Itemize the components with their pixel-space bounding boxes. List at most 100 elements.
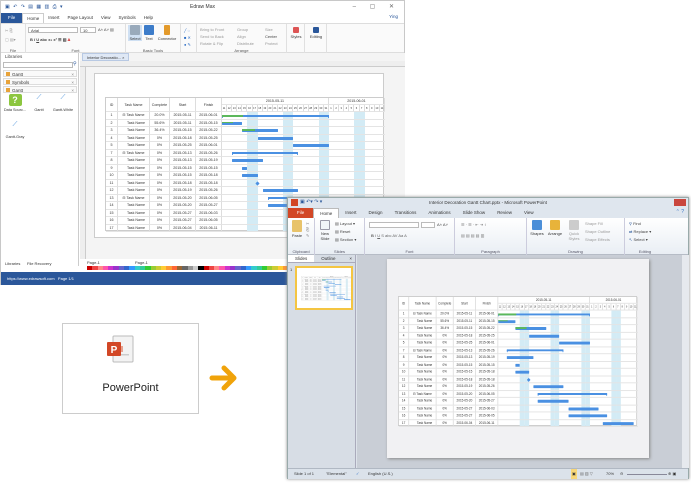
cell-finish[interactable]: 2015-05-26 (475, 383, 499, 391)
task-bar[interactable] (232, 159, 263, 163)
layout-button[interactable]: ▤ Layout ▾ (335, 221, 355, 226)
editing-button[interactable]: Editing (305, 24, 327, 54)
select-button[interactable]: ↖ Select ▾ (629, 237, 648, 242)
cell-id[interactable]: 16 (398, 412, 410, 420)
size-button[interactable]: Size (265, 27, 273, 32)
cell-task[interactable]: Task Name (118, 142, 150, 150)
cell-complete[interactable]: 0% (150, 157, 170, 165)
cell-start[interactable]: 2015-05-20 (170, 202, 196, 210)
cell-complete[interactable]: 0% (150, 134, 170, 142)
status-language[interactable]: English (U.S.) (368, 469, 393, 479)
user-name[interactable]: Ying (389, 14, 398, 19)
cell-start[interactable]: 2015-05-25 (170, 142, 196, 150)
cell-id[interactable]: 14 (398, 397, 410, 406)
cell-start[interactable]: 2015-05-19 (453, 383, 476, 391)
quick-access-toolbar[interactable]: ▣ ↶ ↷ ▤ ▦ ▥ ⎙ ▾ (5, 4, 64, 10)
cell-complete[interactable]: 0% (150, 179, 170, 187)
cell-id[interactable]: 8 (106, 157, 118, 165)
tab-animations[interactable]: Animations (422, 208, 456, 218)
slide-thumbnail[interactable]: ID Task Name Complete Start Finish 2015-05-11… (295, 266, 353, 310)
cell-task[interactable]: ⊟ Task Name (118, 112, 150, 120)
task-bar[interactable] (262, 189, 299, 193)
cell-id[interactable]: 13 (398, 390, 410, 398)
close-button[interactable] (674, 199, 686, 206)
cell-start[interactable]: 2015-05-19 (170, 187, 196, 195)
cell-complete[interactable]: 0% (436, 419, 454, 427)
cell-complete[interactable]: 0% (436, 354, 454, 362)
cell-finish[interactable]: 2015-05-25 (196, 134, 222, 142)
cell-complete[interactable]: 36.4% (436, 325, 454, 333)
cell-id[interactable]: 4 (106, 134, 118, 142)
cell-task[interactable]: Task Name (118, 127, 150, 135)
cell-start[interactable]: 2015-05-13 (170, 149, 196, 157)
font-name-select[interactable] (369, 222, 419, 228)
bottom-tab-file-recovery[interactable]: File Recovery (27, 261, 51, 266)
tab-transitions[interactable]: Transitions (389, 208, 423, 218)
cell-complete[interactable]: 36.4% (150, 127, 170, 135)
library-search-input[interactable] (3, 62, 73, 68)
find-button[interactable]: ⚲ Find (629, 221, 641, 226)
cell-task[interactable]: ⊟ Task Name (118, 194, 150, 202)
cell-start[interactable]: 2015-05-15 (170, 127, 196, 135)
cell-complete[interactable]: 0% (150, 187, 170, 195)
reset-button[interactable]: ▤ Reset (335, 229, 350, 234)
cell-complete[interactable]: 55.6% (436, 317, 454, 326)
zoom-in-icon[interactable]: ⊕ ▣ (668, 469, 676, 479)
shape-outline-button[interactable]: Shape Outline (585, 229, 610, 234)
cell-finish[interactable]: 2015-05-19 (475, 354, 499, 362)
cell-complete[interactable]: 0% (150, 209, 170, 217)
cell-id[interactable]: 1 (106, 112, 118, 120)
section-button[interactable]: ▤ Section ▾ (335, 237, 356, 242)
task-bar[interactable] (533, 385, 564, 389)
cell-id[interactable]: 17 (398, 419, 410, 427)
cell-complete[interactable]: 0% (436, 332, 454, 340)
cell-start[interactable]: 2015-05-15 (170, 172, 196, 180)
cell-id[interactable]: 12 (106, 187, 118, 195)
bottom-tab-libraries[interactable]: Libraries (5, 261, 20, 266)
cell-finish[interactable]: 2015-05-18 (475, 376, 499, 384)
cell-task[interactable]: Task Name (409, 368, 437, 377)
cell-task[interactable]: Task Name (118, 157, 150, 165)
cell-id[interactable]: 15 (398, 405, 410, 413)
cell-finish[interactable]: 2015-05-27 (475, 397, 499, 406)
shape-gantt[interactable]: ⟋ Gantt (27, 94, 51, 112)
group-button[interactable]: Group (237, 27, 248, 32)
summary-bar[interactable] (506, 349, 564, 352)
cell-start[interactable]: 2015-05-27 (170, 217, 196, 225)
column-header-task[interactable]: Task Name (118, 98, 150, 112)
font-format-icons[interactable]: B I U S abc AV Aa A (371, 233, 407, 238)
cell-finish[interactable]: 2015-05-15 (196, 164, 222, 172)
cell-finish[interactable]: 2015-05-18 (475, 368, 499, 377)
task-bar[interactable] (515, 363, 521, 367)
cell-task[interactable]: Task Name (409, 361, 437, 369)
cell-finish[interactable]: 2015-06-05 (475, 390, 499, 398)
tab-page-layout[interactable]: Page Layout (64, 13, 97, 23)
cell-id[interactable]: 2 (398, 317, 410, 326)
cell-complete[interactable]: 0% (436, 412, 454, 420)
cell-start[interactable]: 2015-05-20 (170, 194, 196, 202)
cell-task[interactable]: Task Name (409, 332, 437, 340)
cell-start[interactable]: 2015-05-25 (453, 339, 476, 347)
task-bar[interactable] (568, 414, 608, 418)
cell-complete[interactable]: 0% (436, 405, 454, 413)
library-item-gantt[interactable]: Gantt × (3, 70, 77, 77)
cell-task[interactable]: Task Name (409, 339, 437, 347)
status-zoom[interactable]: 70% (606, 469, 614, 479)
task-bar[interactable] (568, 407, 599, 411)
paste-icons[interactable]: ▢ ▤▾ (5, 37, 16, 42)
replace-button[interactable]: ⇄ Replace ▾ (629, 229, 651, 234)
view-buttons[interactable]: ▤ ▥ ▽ (580, 469, 593, 479)
cell-task[interactable]: Task Name (409, 397, 437, 406)
cell-task[interactable]: ⊟ Task Name (409, 346, 437, 355)
font-size-select[interactable]: 10 (80, 27, 96, 33)
cell-finish[interactable]: 2015-06-01 (196, 142, 222, 150)
cell-task[interactable]: Task Name (118, 134, 150, 142)
cell-finish[interactable]: 2015-05-15 (196, 119, 222, 127)
search-icon[interactable]: ⚲ (73, 61, 77, 67)
cell-id[interactable]: 7 (106, 149, 118, 157)
cell-finish[interactable]: 2015-05-27 (196, 202, 222, 210)
task-bar[interactable] (506, 356, 534, 360)
font-format-icons[interactable]: B I U abc x₂ x² ☰ ▥ A (30, 37, 70, 42)
library-item-symbols[interactable]: Symbols × (3, 78, 77, 85)
quick-styles-button[interactable]: Quick Styles (565, 220, 583, 241)
